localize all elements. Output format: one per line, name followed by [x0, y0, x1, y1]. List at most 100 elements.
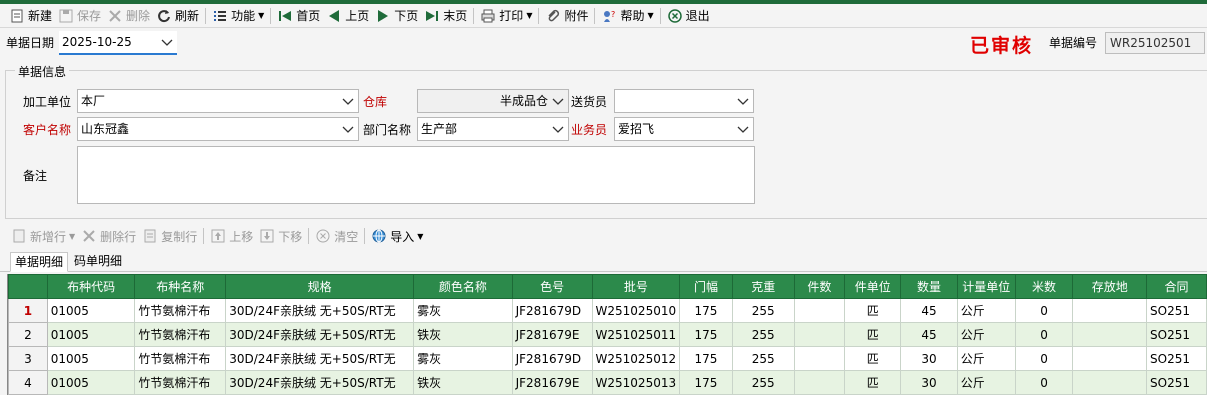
first-page-button[interactable]: 首页	[274, 5, 323, 27]
cell-batch[interactable]: W251025010	[591, 298, 681, 323]
cell-batch[interactable]: W251025012	[591, 346, 681, 371]
cell-code[interactable]: 01005	[46, 322, 136, 347]
cell-contract[interactable]: SO251	[1146, 298, 1207, 323]
move-down-button[interactable]: 下移	[256, 225, 305, 247]
cell-piece-unit[interactable]: 匹	[844, 298, 902, 323]
column-header[interactable]: 规格	[225, 274, 415, 299]
cell-batch[interactable]: W251025013	[591, 370, 681, 395]
column-header[interactable]: 件数	[793, 274, 846, 299]
cell-color[interactable]: 铁灰	[413, 322, 513, 347]
column-header[interactable]: 件单位	[844, 274, 902, 299]
table-row[interactable]: 3 01005 竹节氨棉汗布 30D/24F亲肤绒 无+50S/RT无 雾灰 JF2816…	[8, 346, 1207, 371]
move-up-button[interactable]: 上移	[207, 225, 256, 247]
cell-gsm[interactable]: 255	[731, 346, 795, 371]
cell-code[interactable]: 01005	[46, 370, 136, 395]
column-header[interactable]: 布种名称	[134, 274, 227, 299]
cell-spec[interactable]: 30D/24F亲肤绒 无+50S/RT无	[225, 370, 415, 395]
cell-color[interactable]: 雾灰	[413, 346, 513, 371]
cell-pieces[interactable]	[793, 370, 846, 395]
cell-qty[interactable]: 45	[900, 298, 958, 323]
cell-width[interactable]: 175	[679, 346, 733, 371]
save-button[interactable]: 保存	[55, 5, 104, 27]
column-header[interactable]: 布种代码	[46, 274, 136, 299]
column-header[interactable]: 批号	[591, 274, 681, 299]
cell-qty[interactable]: 45	[900, 322, 958, 347]
help-button[interactable]: ? 帮助 ▼	[598, 5, 656, 27]
cell-gsm[interactable]: 255	[731, 322, 795, 347]
cell-color-no[interactable]: JF281679D	[511, 346, 593, 371]
cell-contract[interactable]: SO251	[1146, 346, 1207, 371]
cell-color-no[interactable]: JF281679E	[511, 322, 593, 347]
exit-button[interactable]: 退出	[664, 5, 713, 27]
cell-meters[interactable]: 0	[1014, 346, 1074, 371]
cell-spec[interactable]: 30D/24F亲肤绒 无+50S/RT无	[225, 322, 415, 347]
cell-unit[interactable]: 公斤	[956, 370, 1016, 395]
refresh-button[interactable]: 刷新	[153, 5, 202, 27]
remark-textarea[interactable]	[77, 146, 755, 204]
cell-unit[interactable]: 公斤	[956, 322, 1016, 347]
copy-row-button[interactable]: 复制行	[139, 225, 200, 247]
column-header[interactable]: 克重	[731, 274, 795, 299]
cell-name[interactable]: 竹节氨棉汗布	[134, 322, 227, 347]
new-button[interactable]: 新建	[6, 5, 55, 27]
cell-piece-unit[interactable]: 匹	[844, 370, 902, 395]
cell-location[interactable]	[1072, 322, 1148, 347]
table-row[interactable]: 2 01005 竹节氨棉汗布 30D/24F亲肤绒 无+50S/RT无 铁灰 JF2816…	[8, 322, 1207, 347]
cell-spec[interactable]: 30D/24F亲肤绒 无+50S/RT无	[225, 346, 415, 371]
tab-code-detail[interactable]: 码单明细	[70, 252, 126, 272]
function-menu-button[interactable]: 功能 ▼	[209, 5, 267, 27]
cell-name[interactable]: 竹节氨棉汗布	[134, 298, 227, 323]
cell-meters[interactable]: 0	[1014, 322, 1074, 347]
last-page-button[interactable]: 末页	[421, 5, 470, 27]
clear-button[interactable]: 清空	[312, 225, 361, 247]
column-header[interactable]: 计量单位	[956, 274, 1016, 299]
column-header[interactable]: 数量	[900, 274, 958, 299]
cell-color[interactable]: 雾灰	[413, 298, 513, 323]
cell-meters[interactable]: 0	[1014, 298, 1074, 323]
cell-color-no[interactable]: JF281679E	[511, 370, 593, 395]
column-header[interactable]: 颜色名称	[413, 274, 513, 299]
customer-select[interactable]: 山东冠鑫	[77, 117, 359, 141]
cell-spec[interactable]: 30D/24F亲肤绒 无+50S/RT无	[225, 298, 415, 323]
cell-meters[interactable]: 0	[1014, 370, 1074, 395]
cell-contract[interactable]: SO251	[1146, 370, 1207, 395]
cell-pieces[interactable]	[793, 346, 846, 371]
dept-select[interactable]: 生产部	[417, 117, 569, 141]
cell-color[interactable]: 铁灰	[413, 370, 513, 395]
cell-location[interactable]	[1072, 370, 1148, 395]
next-page-button[interactable]: 下页	[372, 5, 421, 27]
cell-width[interactable]: 175	[679, 370, 733, 395]
cell-color-no[interactable]: JF281679D	[511, 298, 593, 323]
cell-name[interactable]: 竹节氨棉汗布	[134, 346, 227, 371]
cell-location[interactable]	[1072, 346, 1148, 371]
cell-qty[interactable]: 30	[900, 346, 958, 371]
cell-contract[interactable]: SO251	[1146, 322, 1207, 347]
column-header[interactable]: 合同	[1146, 274, 1207, 299]
table-row[interactable]: 4 01005 竹节氨棉汗布 30D/24F亲肤绒 无+50S/RT无 铁灰 JF2816…	[8, 370, 1207, 395]
cell-code[interactable]: 01005	[46, 346, 136, 371]
cell-name[interactable]: 竹节氨棉汗布	[134, 370, 227, 395]
cell-width[interactable]: 175	[679, 322, 733, 347]
add-row-button[interactable]: 新增行 ▼	[8, 225, 78, 247]
import-button[interactable]: 导入 ▼	[368, 225, 426, 247]
column-header[interactable]: 米数	[1014, 274, 1074, 299]
date-picker[interactable]: 2025-10-25	[59, 31, 177, 55]
cell-piece-unit[interactable]: 匹	[844, 322, 902, 347]
column-header[interactable]: 门幅	[679, 274, 733, 299]
cell-qty[interactable]: 30	[900, 370, 958, 395]
cell-width[interactable]: 175	[679, 298, 733, 323]
cell-batch[interactable]: W251025011	[591, 322, 681, 347]
cell-pieces[interactable]	[793, 298, 846, 323]
process-unit-select[interactable]: 本厂	[77, 89, 359, 113]
cell-piece-unit[interactable]: 匹	[844, 346, 902, 371]
cell-pieces[interactable]	[793, 322, 846, 347]
attachment-button[interactable]: 附件	[542, 5, 591, 27]
cell-gsm[interactable]: 255	[731, 298, 795, 323]
table-row[interactable]: 1 01005 竹节氨棉汗布 30D/24F亲肤绒 无+50S/RT无 雾灰 JF2816…	[8, 298, 1207, 323]
cell-location[interactable]	[1072, 298, 1148, 323]
delete-row-button[interactable]: 删除行	[78, 225, 139, 247]
delete-button[interactable]: 删除	[104, 5, 153, 27]
warehouse-select[interactable]: 半成品仓	[417, 89, 569, 113]
cell-unit[interactable]: 公斤	[956, 346, 1016, 371]
salesman-select[interactable]: 爱招飞	[614, 117, 754, 141]
